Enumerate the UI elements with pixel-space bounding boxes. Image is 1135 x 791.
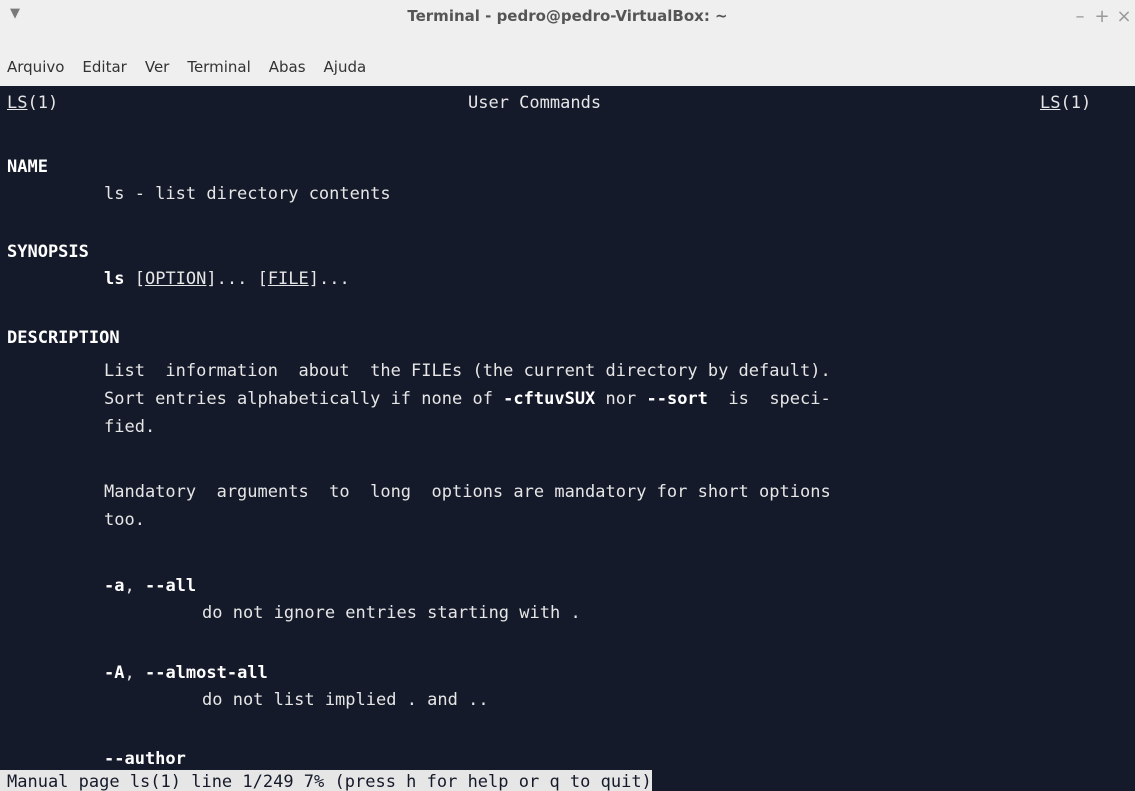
window-controls: – + ×	[1069, 0, 1135, 32]
close-button[interactable]: ×	[1113, 6, 1135, 27]
option-almost-all-description: do not list implied . and ..	[202, 690, 489, 710]
minimize-button[interactable]: –	[1069, 6, 1091, 27]
section-synopsis-heading: SYNOPSIS	[7, 242, 89, 262]
man-header-center: User Commands	[468, 93, 602, 113]
terminal-window: ▼ Terminal - pedro@pedro-VirtualBox: ~ –…	[0, 0, 1135, 791]
pager-status-line: Manual page ls(1) line 1/249 7% (press h…	[0, 770, 652, 791]
mandatory-line-2: too.	[104, 510, 145, 530]
name-text: ls - list directory contents	[104, 184, 391, 204]
menu-ajuda[interactable]: Ajuda	[315, 58, 376, 76]
description-line-2: Sort entries alphabetically if none of -…	[104, 389, 831, 409]
title-bar[interactable]: ▼ Terminal - pedro@pedro-VirtualBox: ~ –…	[0, 0, 1135, 34]
option-a-title: -a, --all	[104, 576, 197, 596]
description-line-3: fied.	[104, 417, 156, 437]
menu-terminal[interactable]: Terminal	[178, 58, 259, 76]
menu-editar[interactable]: Editar	[73, 58, 135, 76]
maximize-button[interactable]: +	[1091, 6, 1113, 27]
option-almost-all-title: -A, --almost-all	[104, 663, 268, 683]
description-line-1: List information about the FILEs (the cu…	[104, 361, 831, 381]
option-author-title: --author	[104, 749, 186, 769]
menu-bar: Arquivo Editar Ver Terminal Abas Ajuda	[0, 52, 1135, 82]
menu-ver[interactable]: Ver	[136, 58, 179, 76]
synopsis-line: ls [OPTION]... [FILE]...	[104, 269, 350, 289]
menu-arquivo[interactable]: Arquivo	[0, 58, 73, 76]
man-header-right: LS(1)	[1040, 93, 1092, 113]
section-name-heading: NAME	[7, 157, 48, 177]
man-header-left: LS(1)	[7, 93, 59, 113]
mandatory-line-1: Mandatory arguments to long options are …	[104, 482, 831, 502]
window-title: Terminal - pedro@pedro-VirtualBox: ~	[407, 7, 728, 25]
option-a-description: do not ignore entries starting with .	[202, 603, 581, 623]
terminal-content[interactable]: LS(1) User Commands LS(1) NAME ls - list…	[0, 86, 1135, 791]
section-description-heading: DESCRIPTION	[7, 328, 120, 348]
menu-abas[interactable]: Abas	[260, 58, 315, 76]
